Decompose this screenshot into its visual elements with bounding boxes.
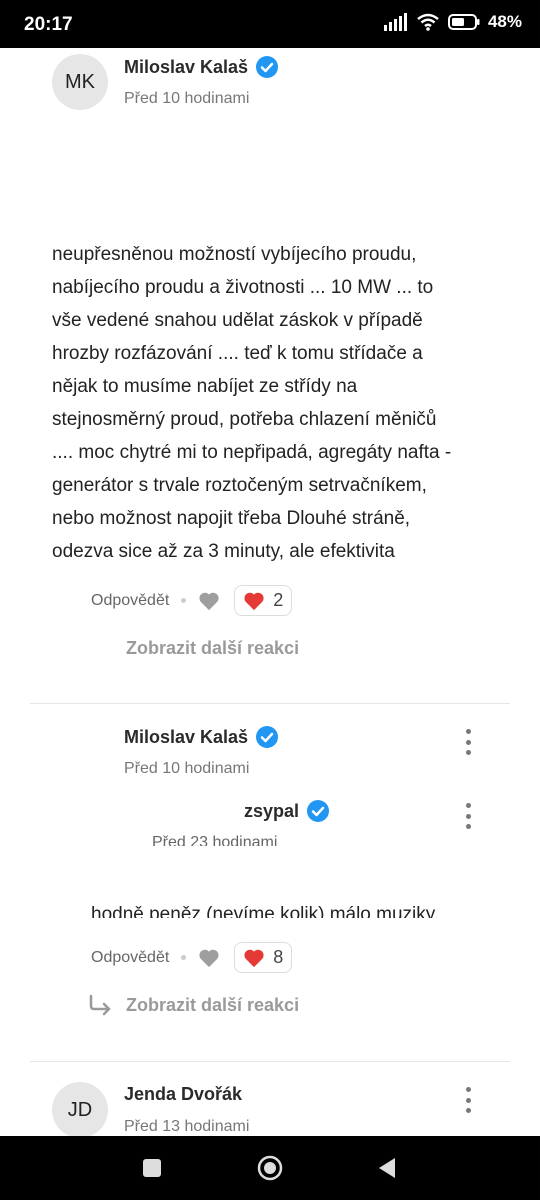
system-nav-bar bbox=[0, 1136, 540, 1200]
more-options-icon[interactable] bbox=[460, 803, 476, 829]
comment-author[interactable]: Jenda Dvořák bbox=[124, 1084, 242, 1105]
heart-icon bbox=[244, 592, 264, 610]
comment-author[interactable]: Miloslav Kalaš bbox=[124, 726, 279, 748]
avatar[interactable]: MK bbox=[52, 54, 108, 110]
show-more-label: Zobrazit další reakci bbox=[126, 994, 300, 1015]
avatar[interactable]: JD bbox=[52, 1082, 108, 1136]
more-options-icon[interactable] bbox=[460, 729, 476, 755]
comment-text-line: vše vedené snahou udělat záskok v případ… bbox=[52, 310, 423, 331]
divider bbox=[30, 1061, 510, 1062]
comment-time: Před 10 hodinami bbox=[124, 760, 250, 777]
quoted-author[interactable]: zsypal bbox=[244, 800, 330, 822]
comment-text-line: neupřesněnou možností vybíjecího proudu, bbox=[52, 244, 417, 265]
back-triangle-icon[interactable] bbox=[374, 1154, 402, 1182]
reply-arrow-icon bbox=[89, 994, 111, 1016]
verified-badge-icon bbox=[256, 56, 279, 78]
comment-time: Před 13 hodinami bbox=[124, 1118, 250, 1135]
author-name: Jenda Dvořák bbox=[124, 1084, 243, 1104]
status-icons: 48% bbox=[383, 12, 522, 32]
author-name: Miloslav Kalaš bbox=[124, 726, 249, 747]
quoted-author-name: zsypal bbox=[244, 800, 300, 821]
verified-badge-icon bbox=[256, 726, 279, 748]
comment-text-line: nabíjecího proudu a životnosti ... 10 MW… bbox=[52, 277, 434, 298]
home-circle-icon[interactable] bbox=[256, 1154, 284, 1182]
comment-text-line: generátor s trvale roztočeným setrvačník… bbox=[52, 475, 427, 496]
quoted-text: hodně peněz (nevíme kolik) málo muziky. bbox=[91, 904, 440, 918]
comments-list[interactable]: MK Miloslav Kalaš Před 10 hodinami neupř… bbox=[0, 48, 540, 1136]
comment-actions: Odpovědět 2 bbox=[91, 585, 293, 616]
reply-button[interactable]: Odpovědět bbox=[91, 949, 169, 967]
more-options-icon[interactable] bbox=[460, 1087, 476, 1113]
quoted-time: Před 23 hodinami bbox=[152, 834, 278, 846]
signal-icon bbox=[383, 13, 407, 31]
heart-outline-icon[interactable] bbox=[198, 948, 220, 968]
battery-icon bbox=[447, 14, 480, 30]
comment-text-line: hrozby rozfázování .... teď k tomu stříd… bbox=[52, 343, 423, 364]
comment-actions: Odpovědět 8 bbox=[91, 942, 293, 973]
comment-time: Před 10 hodinami bbox=[124, 90, 250, 107]
show-more-replies[interactable]: Zobrazit další reakci bbox=[126, 638, 299, 659]
battery-percent: 48% bbox=[487, 12, 522, 31]
reaction-pill[interactable]: 2 bbox=[234, 585, 293, 616]
comment-text-line: nějak to musíme nabíjet ze střídy na bbox=[52, 376, 358, 397]
reaction-pill[interactable]: 8 bbox=[234, 942, 293, 973]
wifi-icon bbox=[417, 13, 439, 31]
heart-icon bbox=[244, 949, 264, 967]
comment-text-line: stejnosměrný proud, potřeba chlazení měn… bbox=[52, 409, 437, 430]
verified-badge-icon bbox=[307, 800, 330, 822]
likes-count: 8 bbox=[273, 947, 284, 967]
heart-outline-icon[interactable] bbox=[198, 591, 220, 611]
comment-text-line: nebo možnost napojit třeba Dlouhé stráně… bbox=[52, 508, 411, 529]
separator-dot bbox=[181, 955, 187, 960]
divider bbox=[30, 703, 510, 704]
status-bar: 20:17 48% bbox=[0, 0, 540, 48]
author-name: Miloslav Kalaš bbox=[124, 56, 249, 77]
comment-author[interactable]: Miloslav Kalaš bbox=[124, 56, 279, 78]
show-more-replies[interactable]: Zobrazit další reakci bbox=[88, 994, 299, 1016]
recents-square-icon[interactable] bbox=[138, 1154, 166, 1182]
likes-count: 2 bbox=[273, 590, 284, 610]
separator-dot bbox=[181, 598, 187, 603]
reply-button[interactable]: Odpovědět bbox=[91, 592, 169, 610]
comment-text-line: .... moc chytré mi to nepřipadá, agregát… bbox=[52, 442, 452, 463]
status-time: 20:17 bbox=[24, 14, 73, 35]
comment-text: neupřesněnou možností vybíjecího proudu,… bbox=[52, 238, 492, 568]
